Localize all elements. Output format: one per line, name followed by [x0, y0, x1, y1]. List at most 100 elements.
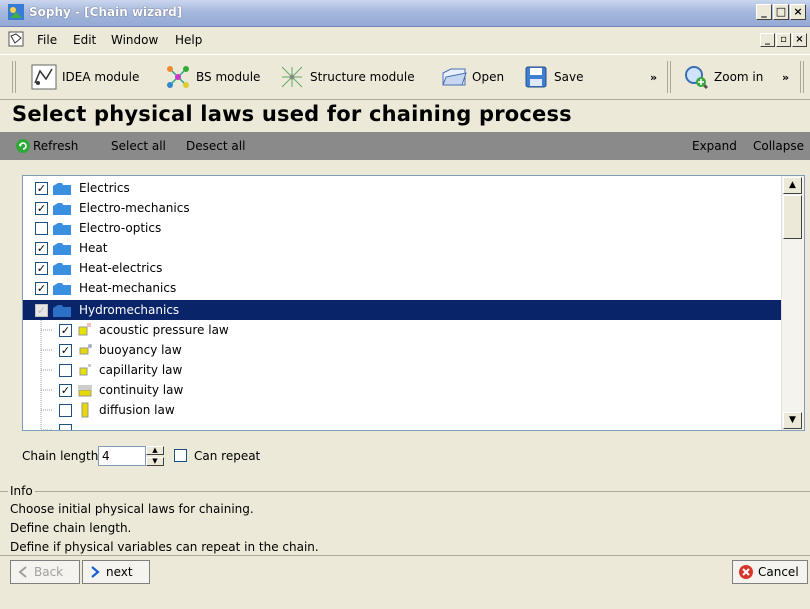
folder-icon [53, 283, 71, 295]
tree-connector [40, 400, 53, 420]
tree-row-law[interactable]: capillarity law [23, 360, 782, 380]
tree-connector [40, 320, 53, 340]
tree-label: Heat [79, 241, 108, 255]
tree-connector [40, 380, 53, 400]
document-icon[interactable] [8, 31, 24, 47]
open-button[interactable]: Open [440, 61, 504, 93]
toolbar-overflow-chevron[interactable]: » [650, 71, 657, 84]
info-line: Choose initial physical laws for chainin… [10, 502, 254, 516]
tree-scrollbar[interactable]: ▲ ▼ [781, 176, 804, 430]
chain-length-input[interactable]: 4 [98, 446, 146, 466]
scroll-thumb[interactable] [783, 195, 802, 239]
tree-label: Heat-electrics [79, 261, 163, 275]
menu-bar: File Edit Window Help _ ▫ × [0, 27, 810, 53]
checkbox[interactable] [35, 222, 48, 235]
info-divider [0, 491, 810, 492]
checkbox[interactable]: ✓ [35, 182, 48, 195]
mdi-close-button[interactable]: × [792, 33, 807, 47]
tree-row-heat-mechanics[interactable]: ✓ Heat-mechanics [23, 278, 782, 298]
next-label: next [106, 565, 133, 579]
tree-connector [40, 340, 53, 360]
refresh-button[interactable]: Refresh [33, 139, 78, 153]
deselect-all-button[interactable]: Desect all [186, 139, 245, 153]
next-button[interactable]: next [82, 560, 150, 584]
tree-row-heat-electrics[interactable]: ✓ Heat-electrics [23, 258, 782, 278]
tree-row-law[interactable]: ✓ acoustic pressure law [23, 320, 782, 340]
save-label: Save [554, 70, 584, 84]
refresh-icon[interactable] [16, 139, 30, 153]
select-all-button[interactable]: Select all [111, 139, 166, 153]
mdi-restore-button[interactable]: ▫ [776, 33, 791, 47]
collapse-button[interactable]: Collapse [753, 139, 804, 153]
chain-length-spinner[interactable]: ▲ ▼ [146, 446, 164, 466]
page-title: Select physical laws used for chaining p… [12, 102, 572, 126]
checkbox[interactable]: ✓ [59, 324, 72, 337]
open-folder-icon [442, 68, 467, 86]
structure-module-icon [281, 66, 303, 88]
tree-label: continuity law [99, 383, 184, 397]
checkbox[interactable]: ✓ [35, 304, 48, 317]
laws-tree[interactable]: ✓ Electrics ✓ Electro-mechanics Electro-… [22, 175, 805, 431]
tree-row-law[interactable]: diffusion law [23, 400, 782, 420]
close-button[interactable]: × [790, 4, 806, 20]
spinner-down-icon[interactable]: ▼ [146, 457, 164, 466]
idea-module-button[interactable]: IDEA module [30, 61, 139, 93]
zoom-in-button[interactable]: Zoom in [682, 61, 763, 93]
action-bar: Refresh Select all Desect all Expand Col… [0, 132, 810, 160]
back-button[interactable]: Back [10, 560, 80, 584]
menu-window[interactable]: Window [111, 33, 158, 47]
checkbox[interactable]: ✓ [35, 242, 48, 255]
can-repeat-label: Can repeat [194, 449, 261, 463]
tree-row-law[interactable]: ✓ continuity law [23, 380, 782, 400]
scroll-up-button[interactable]: ▲ [783, 177, 802, 194]
tree-row-law-partial[interactable] [23, 420, 782, 430]
tree-row-hydromechanics[interactable]: ✓ Hydromechanics [23, 300, 782, 320]
minimize-button[interactable]: _ [756, 4, 772, 20]
folder-icon [53, 183, 71, 195]
cancel-button[interactable]: Cancel [732, 560, 808, 584]
checkbox[interactable]: ✓ [59, 344, 72, 357]
acoustic-law-icon [78, 323, 91, 336]
menu-help[interactable]: Help [175, 33, 202, 47]
scroll-down-button[interactable]: ▼ [783, 412, 802, 429]
checkbox[interactable]: ✓ [35, 282, 48, 295]
tree-label: Heat-mechanics [79, 281, 177, 295]
menu-file[interactable]: File [37, 33, 57, 47]
checkbox[interactable]: ✓ [35, 262, 48, 275]
tree-row-law[interactable]: ✓ buoyancy law [23, 340, 782, 360]
toolbar-grip[interactable] [12, 61, 16, 93]
chain-length-label: Chain length [22, 449, 99, 463]
tree-label: Electrics [79, 181, 130, 195]
tree-label: diffusion law [99, 403, 175, 417]
tree-row-electrics[interactable]: ✓ Electrics [23, 178, 782, 198]
diffusion-law-icon [81, 402, 89, 418]
tree-row-heat[interactable]: ✓ Heat [23, 238, 782, 258]
toolbar-grip-2[interactable] [667, 61, 671, 93]
tree-connector [40, 420, 53, 430]
tree-row-electro-mechanics[interactable]: ✓ Electro-mechanics [23, 198, 782, 218]
structure-module-button[interactable]: Structure module [278, 61, 415, 93]
checkbox[interactable] [59, 364, 72, 377]
tree-row-electro-optics[interactable]: Electro-optics [23, 218, 782, 238]
menu-edit[interactable]: Edit [73, 33, 96, 47]
info-line: Define if physical variables can repeat … [10, 540, 319, 554]
zoom-in-label: Zoom in [714, 70, 764, 84]
toolbar-grip-3[interactable] [800, 61, 804, 93]
checkbox[interactable]: ✓ [35, 202, 48, 215]
mdi-minimize-button[interactable]: _ [760, 33, 775, 47]
toolbar-overflow-chevron-2[interactable]: » [782, 71, 789, 84]
window-title: Sophy - [Chain wizard] [29, 5, 183, 19]
bs-module-button[interactable]: BS module [164, 61, 260, 93]
maximize-button[interactable]: □ [773, 4, 789, 20]
checkbox[interactable] [59, 404, 72, 417]
expand-button[interactable]: Expand [692, 139, 737, 153]
cancel-icon [739, 565, 753, 579]
structure-module-label: Structure module [310, 70, 415, 84]
checkbox[interactable] [59, 424, 72, 430]
tree-label: buoyancy law [99, 343, 182, 357]
can-repeat-checkbox[interactable] [174, 449, 187, 462]
save-button[interactable]: Save [522, 61, 583, 93]
spinner-up-icon[interactable]: ▲ [146, 446, 164, 455]
checkbox[interactable]: ✓ [59, 384, 72, 397]
info-line: Define chain length. [10, 521, 132, 535]
